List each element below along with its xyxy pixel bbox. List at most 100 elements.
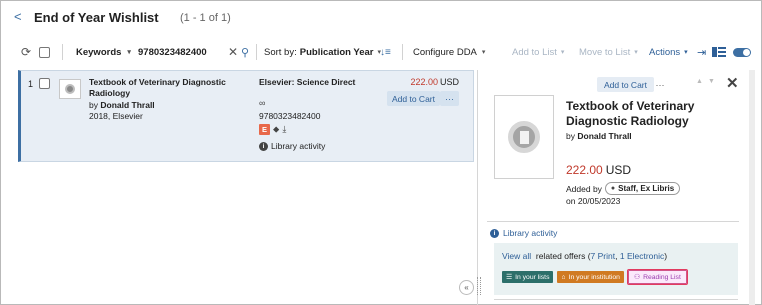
view-toggle[interactable]	[733, 38, 751, 66]
item-author: by Donald Thrall	[89, 100, 155, 110]
staff-name: Staff, Ex Libris	[618, 184, 675, 193]
close-icon[interactable]: ✕	[726, 74, 739, 92]
sort-direction-icon[interactable]: ↓≡	[380, 38, 391, 66]
chip-label: In your lists	[515, 273, 550, 281]
details-scrollbar[interactable]	[749, 70, 755, 305]
item-title[interactable]: Textbook of Veterinary Diagnostic Radiol…	[89, 77, 239, 99]
print-offers-link[interactable]: 7 Print	[591, 251, 616, 261]
move-to-list-menu[interactable]: Move to List ▾	[579, 38, 638, 66]
details-library-activity[interactable]: i Library activity	[490, 228, 557, 238]
view-all-link[interactable]: View all	[502, 251, 531, 261]
cover-book-shape	[519, 130, 529, 144]
chevron-down-icon: ▾	[684, 49, 688, 56]
search-field-label: Keywords	[76, 46, 122, 58]
isbn: 9780323482400	[259, 111, 321, 121]
configure-dda-menu[interactable]: Configure DDA ▾	[413, 38, 485, 66]
person-icon: ●	[610, 185, 616, 192]
electronic-offers-link[interactable]: 1 Electronic	[620, 251, 664, 261]
add-to-cart-button[interactable]: Add to Cart	[387, 91, 440, 106]
details-more-options-icon[interactable]: ···	[652, 77, 668, 92]
details-author: by Donald Thrall	[566, 131, 632, 141]
added-on-date: on 20/05/2023	[566, 196, 621, 206]
section-divider	[487, 221, 739, 222]
search-field-select[interactable]: Keywords ▾	[76, 38, 131, 66]
chip-label: Reading List	[643, 273, 681, 281]
added-by-label: Added by	[566, 183, 602, 194]
price-currency: USD	[605, 163, 632, 177]
related-offers-label: related offers (	[535, 251, 591, 261]
search-icon[interactable]: ⚲	[241, 38, 249, 66]
add-to-list-menu[interactable]: Add to List ▾	[512, 38, 564, 66]
sort-select[interactable]: Sort by: Publication Year ▾	[264, 38, 381, 66]
library-activity-label: Library activity	[503, 228, 558, 238]
search-input[interactable]: 9780323482400	[138, 38, 207, 66]
export-icon[interactable]: ⇥	[697, 38, 706, 66]
in-your-lists-chip[interactable]: ☰ In your lists	[502, 271, 554, 283]
section-divider	[494, 299, 738, 300]
in-your-institution-chip[interactable]: ⌂ In your institution	[557, 271, 624, 283]
next-item-icon[interactable]: ▼	[708, 78, 715, 85]
result-row-selected[interactable]: 1 Textbook of Veterinary Diagnostic Radi…	[18, 70, 474, 162]
toolbar-divider	[402, 44, 403, 60]
info-icon: i	[259, 141, 268, 151]
offers-close-paren: )	[664, 251, 668, 261]
chip-label: In your institution	[568, 273, 620, 281]
reading-list-chip[interactable]: ⚇ Reading List	[626, 269, 688, 285]
infinity-icon: ∞	[259, 98, 266, 108]
back-arrow-icon[interactable]: <	[14, 10, 22, 23]
more-options-icon[interactable]: ···	[440, 91, 459, 106]
actions-label: Actions	[649, 46, 681, 58]
by-label: by	[89, 100, 98, 110]
toolbar: ⟳ Keywords ▾ 9780323482400 ✕ ⚲ Sort by: …	[0, 38, 762, 66]
checkbox-box	[39, 46, 50, 58]
toolbar-divider	[62, 44, 63, 60]
refresh-icon[interactable]: ⟳	[21, 38, 31, 66]
toggle-track	[733, 47, 751, 57]
cover-disc	[508, 121, 540, 153]
configure-dda-label: Configure DDA	[413, 46, 477, 58]
cover-disc	[65, 84, 75, 94]
related-offers-line: View all related offers (7 Print, 1 Elec…	[502, 251, 667, 261]
sort-label: Sort by:	[264, 46, 297, 58]
accessibility-icon: ⤓	[282, 124, 287, 134]
format-icons: E ⬥ ⤓	[259, 124, 286, 135]
item-price: 222.00 USD	[410, 77, 459, 87]
title-bar: < End of Year Wishlist (1 - 1 of 1)	[0, 0, 762, 34]
row-number: 1	[28, 79, 34, 89]
item-publication: 2018, Elsevier	[89, 111, 143, 121]
staff-chip[interactable]: ● Staff, Ex Libris	[604, 182, 681, 195]
details-add-to-cart-button[interactable]: Add to Cart	[597, 77, 654, 92]
details-title: Textbook of Veterinary Diagnostic Radiol…	[566, 99, 695, 128]
row-checkbox[interactable]	[39, 78, 50, 91]
checkbox-box	[39, 78, 50, 89]
add-to-list-label: Add to List	[512, 46, 557, 58]
by-label: by	[566, 131, 575, 141]
clear-search-icon[interactable]: ✕	[228, 38, 238, 66]
details-price: 222.00 USD	[566, 163, 631, 177]
status-chips: ☰ In your lists ⌂ In your institution ⚇ …	[502, 269, 688, 285]
home-icon: ⌂	[561, 273, 566, 281]
price-amount: 222.00	[566, 163, 603, 177]
electronic-badge-icon: E	[259, 124, 270, 135]
layout-grid-icon[interactable]	[712, 38, 726, 66]
info-icon: i	[490, 228, 499, 238]
vendor-name: Elsevier: Science Direct	[259, 77, 356, 87]
book-cover-placeholder-icon	[494, 95, 554, 179]
tag-icon: ⬥	[273, 124, 280, 134]
library-activity[interactable]: i Library activity	[259, 141, 325, 151]
sort-value: Publication Year	[299, 46, 374, 58]
actions-menu[interactable]: Actions ▾	[649, 38, 688, 66]
added-by: Added by ● Staff, Ex Libris	[566, 182, 681, 195]
chevron-down-icon: ▾	[481, 49, 486, 56]
collapse-pane-button[interactable]: «	[459, 280, 474, 295]
author-name: Donald Thrall	[100, 100, 155, 110]
chevron-down-icon: ▾	[560, 49, 565, 56]
previous-item-icon[interactable]: ▲	[696, 78, 703, 85]
select-all-checkbox[interactable]	[39, 38, 50, 66]
toggle-knob	[743, 48, 750, 56]
layout-grid-svg	[712, 47, 726, 57]
resize-handle[interactable]	[477, 277, 481, 295]
move-to-list-label: Move to List	[579, 46, 631, 58]
reading-list-icon: ⚇	[633, 274, 641, 281]
list-icon: ☰	[506, 274, 513, 281]
